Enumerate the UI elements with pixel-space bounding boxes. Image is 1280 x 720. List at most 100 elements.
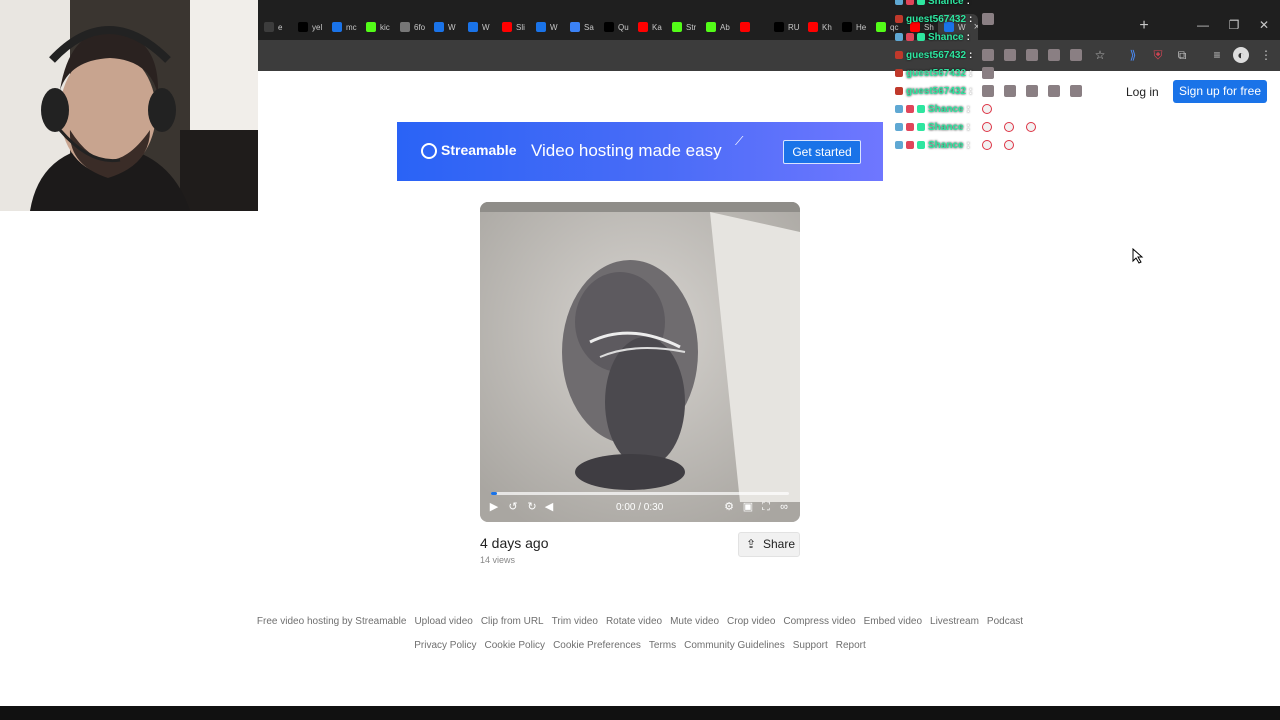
footer-link[interactable]: Clip from URL xyxy=(481,616,544,627)
footer-link[interactable]: Livestream xyxy=(930,616,979,627)
sparkle-icon: ⟋ xyxy=(735,134,744,148)
chat-badge-icon xyxy=(895,123,903,131)
chat-message: Shance: xyxy=(895,0,1095,10)
footer-link[interactable]: Terms xyxy=(649,640,676,651)
maximize-button[interactable]: ❐ xyxy=(1226,18,1242,32)
footer-link[interactable]: Trim video xyxy=(552,616,598,627)
chat-emote-icon xyxy=(982,49,995,61)
chat-emote-icon xyxy=(1004,85,1017,97)
chat-username: Shance xyxy=(928,31,964,43)
tab-label: Ab xyxy=(720,22,730,32)
video-progress-bar[interactable] xyxy=(491,492,789,495)
browser-tab[interactable]: kic xyxy=(360,14,394,40)
footer-link[interactable]: Mute video xyxy=(670,616,719,627)
share-button[interactable]: ⇪ Share xyxy=(738,532,800,557)
chat-separator: : xyxy=(966,31,970,43)
browser-tab[interactable]: mc xyxy=(326,14,360,40)
video-progress-fill xyxy=(491,492,497,495)
chat-separator: : xyxy=(969,85,973,97)
browser-tab[interactable]: RU xyxy=(768,14,802,40)
chat-emote-icon xyxy=(1004,49,1017,61)
tab-label: W xyxy=(550,22,558,32)
footer-link[interactable]: Free video hosting by Streamable xyxy=(257,616,407,627)
globe-icon xyxy=(400,22,410,32)
promo-banner[interactable]: Streamable Video hosting made easy ⟋ Get… xyxy=(397,122,883,181)
footer-link[interactable]: Embed video xyxy=(864,616,922,627)
play-icon[interactable]: ▶ xyxy=(487,500,501,514)
youtube-icon xyxy=(502,22,512,32)
browser-tab[interactable]: Qu xyxy=(598,14,632,40)
chat-emote-icon xyxy=(1003,122,1014,132)
volume-icon[interactable]: ◀ xyxy=(542,500,556,514)
menu-kebab-icon[interactable]: ⋮ xyxy=(1258,47,1274,63)
extension-shield-icon[interactable]: ⛨ xyxy=(1150,47,1166,63)
footer-link[interactable]: Community Guidelines xyxy=(684,640,785,651)
signup-button[interactable]: Sign up for free xyxy=(1173,80,1267,103)
chat-emote-icon xyxy=(1048,85,1061,97)
minimize-button[interactable]: — xyxy=(1195,18,1211,32)
rewind-icon[interactable]: ↺ xyxy=(506,500,520,514)
browser-tab[interactable]: Str xyxy=(666,14,700,40)
tiktok-icon xyxy=(604,22,614,32)
footer-link[interactable]: Support xyxy=(793,640,828,651)
chat-username: guest567432 xyxy=(906,85,967,97)
settings-gear-icon[interactable]: ⚙ xyxy=(722,500,736,514)
footer-link[interactable]: Cookie Preferences xyxy=(553,640,641,651)
browser-tab[interactable]: Kh xyxy=(802,14,836,40)
cast-icon[interactable]: ⟫ xyxy=(1125,47,1141,63)
browser-tab[interactable]: yel xyxy=(292,14,326,40)
browser-tab[interactable]: Ab xyxy=(700,14,734,40)
footer-link[interactable]: Rotate video xyxy=(606,616,662,627)
x-icon xyxy=(774,22,784,32)
footer-link[interactable]: Report xyxy=(836,640,866,651)
chat-message: Shance: xyxy=(895,118,1095,136)
browser-tab[interactable] xyxy=(734,14,768,40)
tab-label: W xyxy=(448,22,456,32)
get-started-button[interactable]: Get started xyxy=(783,140,861,164)
browser-tab[interactable]: e xyxy=(258,14,292,40)
view-count: 14 views xyxy=(480,555,516,565)
browser-tab[interactable]: Ka xyxy=(632,14,666,40)
tab-label: W xyxy=(482,22,490,32)
video-frame xyxy=(480,202,800,522)
video-player[interactable]: ▶ ↺ ↻ ◀ 0:00 / 0:30 ⚙ ▣ ⛶ ∞ xyxy=(480,202,800,522)
footer-link[interactable]: Privacy Policy xyxy=(414,640,476,651)
new-tab-button[interactable]: + xyxy=(1136,17,1152,35)
footer-link[interactable]: Crop video xyxy=(727,616,775,627)
footer-link[interactable]: Upload video xyxy=(414,616,472,627)
tab-label: yel xyxy=(312,22,323,32)
forward-icon[interactable]: ↻ xyxy=(525,500,539,514)
tab-label: e xyxy=(278,22,283,32)
chat-username: Shance xyxy=(928,139,964,151)
profile-avatar-icon[interactable]: ◐ xyxy=(1233,47,1249,63)
chat-badge-icon xyxy=(895,0,903,5)
login-link[interactable]: Log in xyxy=(1126,82,1159,102)
browser-tab[interactable]: W xyxy=(530,14,564,40)
chat-badge-icon xyxy=(895,51,903,59)
chat-badge-icon xyxy=(917,123,925,131)
chat-separator: : xyxy=(966,103,970,115)
media-controls-icon[interactable]: ≡ xyxy=(1209,47,1225,63)
footer-link[interactable]: Cookie Policy xyxy=(484,640,545,651)
extensions-puzzle-icon[interactable]: ⧉ xyxy=(1174,47,1190,63)
chat-separator: : xyxy=(969,67,973,79)
chat-emote-icon xyxy=(1026,49,1039,61)
streamable-logo-icon[interactable]: ∞ xyxy=(777,500,791,514)
share-label: Share xyxy=(763,537,796,551)
picture-in-picture-icon[interactable]: ▣ xyxy=(741,500,755,514)
browser-tab[interactable]: He xyxy=(836,14,870,40)
browser-tab[interactable]: Sa xyxy=(564,14,598,40)
footer-links-secondary: Privacy Policy Cookie Policy Cookie Prefer… xyxy=(0,640,1280,651)
footer-link[interactable]: Compress video xyxy=(783,616,855,627)
browser-tab[interactable]: Sli xyxy=(496,14,530,40)
webcam-feed xyxy=(0,0,258,211)
chat-emote-icon xyxy=(1025,122,1036,132)
banner-brand: Streamable xyxy=(441,142,517,158)
browser-tab[interactable]: W xyxy=(428,14,462,40)
footer-link[interactable]: Podcast xyxy=(987,616,1023,627)
browser-tab[interactable]: 6fo xyxy=(394,14,428,40)
browser-tab[interactable]: W xyxy=(462,14,496,40)
fullscreen-icon[interactable]: ⛶ xyxy=(759,500,773,514)
close-window-button[interactable]: ✕ xyxy=(1256,18,1272,32)
chat-emote-icon xyxy=(981,122,992,132)
